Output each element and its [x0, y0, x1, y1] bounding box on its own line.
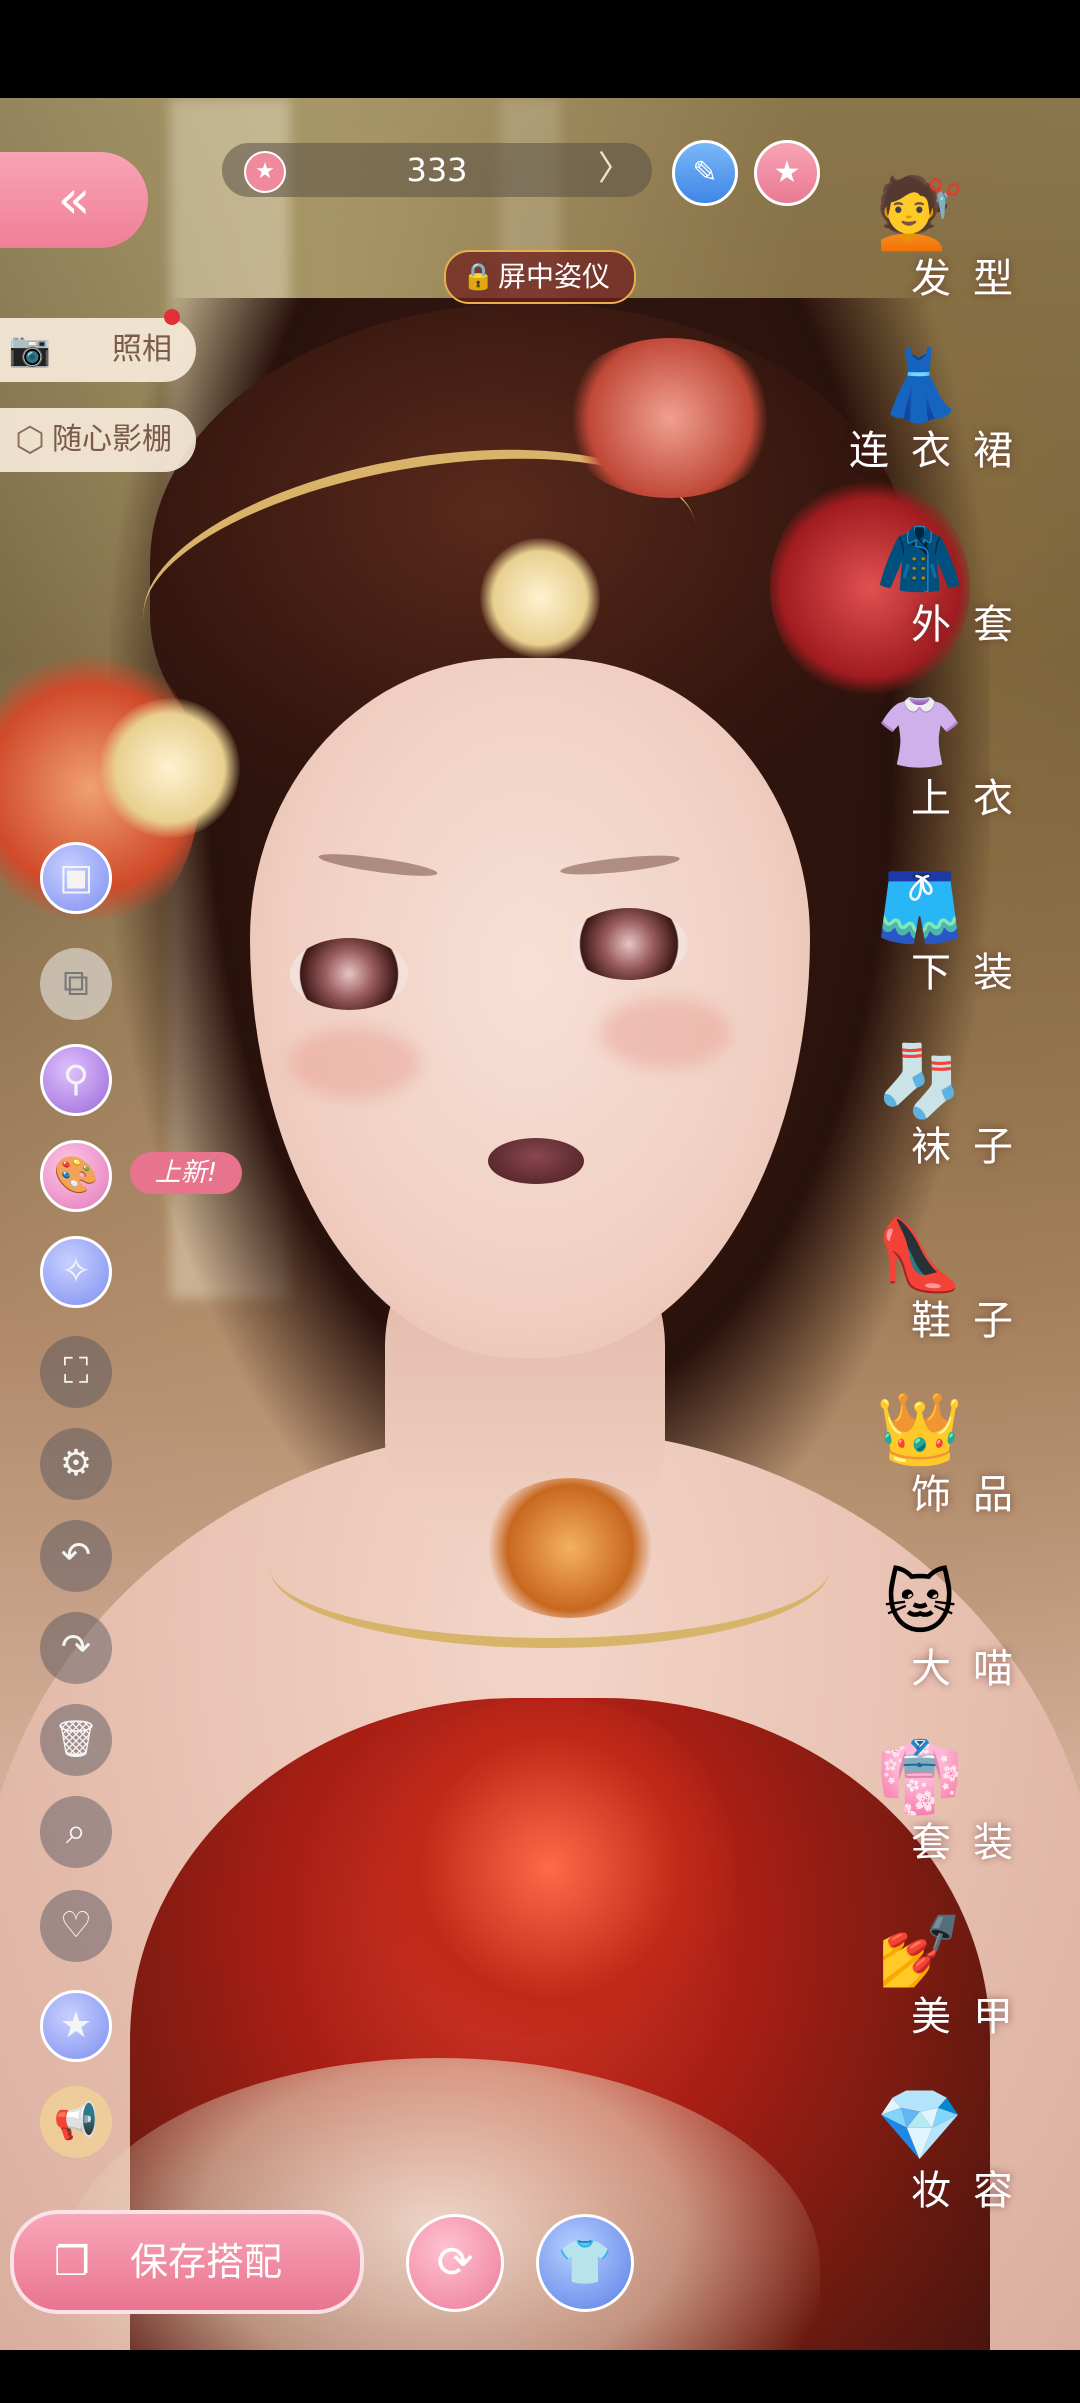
new-badge: 上新! [130, 1152, 242, 1194]
currency-value: 333 [406, 151, 468, 189]
trash-icon[interactable]: 🗑 [40, 1704, 112, 1776]
category-accessories[interactable]: 👑 饰品 [865, 1374, 1075, 1534]
category-hairstyle[interactable]: 💇 发型 [865, 158, 1075, 318]
dress-flower [350, 1698, 750, 2038]
necklace-pendant [480, 1478, 660, 1618]
swap-icon[interactable]: ⟳ [406, 2214, 504, 2312]
category-top[interactable]: 👚 上衣 [865, 678, 1075, 838]
star-effect-icon[interactable]: ✧ [40, 1236, 112, 1308]
hair-flower [480, 538, 600, 658]
category-label: 美甲 [911, 1994, 1035, 2040]
color-picker-icon[interactable]: ▣ [40, 842, 112, 914]
megaphone-icon[interactable]: 📢 [40, 2086, 112, 2158]
back-button[interactable]: « [0, 152, 148, 248]
category-label: 鞋子 [911, 1298, 1035, 1344]
photo-button[interactable]: 📷 照相 [0, 318, 196, 382]
save-outfit-button[interactable]: ❐ 保存搭配 [10, 2210, 364, 2314]
pose-button[interactable]: 🔒 屏中姿仪 [444, 250, 636, 304]
studio-button[interactable]: ⬡ 随心影棚 [0, 408, 196, 472]
fullscreen-icon[interactable]: ⛶ [40, 1336, 112, 1408]
heart-icon[interactable]: ♡ [40, 1890, 112, 1962]
category-label: 袜子 [911, 1124, 1035, 1170]
character-eye-left [290, 938, 408, 1010]
studio-label: 随心影棚 [52, 422, 172, 457]
outfit-icon[interactable]: 👕 [536, 2214, 634, 2312]
character-eye-right [570, 908, 688, 980]
photo-label: 照相 [112, 332, 172, 367]
category-shoes[interactable]: 👠 鞋子 [865, 1200, 1075, 1360]
magic-search-icon[interactable]: ⚲ [40, 1044, 112, 1116]
pose-label: 屏中姿仪 [498, 260, 611, 293]
category-socks[interactable]: 🧦 袜子 [865, 1026, 1075, 1186]
category-label: 下装 [911, 950, 1035, 996]
category-outfit-set[interactable]: 👘 套装 [865, 1722, 1075, 1882]
category-label: 发型 [911, 256, 1035, 302]
lock-icon: 🔒 [462, 262, 495, 292]
currency-bar[interactable]: ★ 333 〉 [222, 143, 652, 197]
pencil-icon[interactable]: ✎ [672, 140, 738, 206]
category-label: 妆容 [911, 2168, 1035, 2214]
hair-flower [100, 698, 240, 838]
character-blush [290, 1028, 420, 1098]
character-lips [488, 1138, 584, 1184]
camera-icon: 📷 [8, 330, 52, 370]
undo-icon[interactable]: ↶ [40, 1520, 112, 1592]
category-bottoms[interactable]: 🩳 下装 [865, 852, 1075, 1012]
star-icon[interactable]: ★ [754, 140, 820, 206]
favorite-star-icon[interactable]: ★ [40, 1990, 112, 2062]
star-currency-icon: ★ [244, 151, 286, 193]
category-cat[interactable]: 🐱 大喵 [865, 1548, 1075, 1708]
copy-icon[interactable]: ⧉ [40, 948, 112, 1020]
save-label: 保存搭配 [130, 2240, 283, 2284]
category-label: 大喵 [911, 1646, 1035, 1692]
zoom-icon[interactable]: ⌕ [40, 1796, 112, 1868]
character-blush [600, 998, 730, 1068]
gear-icon[interactable]: ⚙ [40, 1428, 112, 1500]
category-nails[interactable]: 💅 美甲 [865, 1896, 1075, 2056]
category-makeup[interactable]: 💎 妆容 [865, 2070, 1075, 2230]
category-label: 外套 [911, 602, 1035, 648]
redo-icon[interactable]: ↷ [40, 1612, 112, 1684]
category-label: 上衣 [911, 776, 1035, 822]
arrow-right-icon[interactable]: 〉 [598, 152, 632, 186]
category-label: 连衣裙 [849, 428, 1035, 474]
cube-icon: ⬡ [15, 420, 45, 460]
category-coat[interactable]: 🧥 外套 [865, 504, 1075, 664]
category-label: 饰品 [911, 1472, 1035, 1518]
notification-dot [164, 309, 180, 325]
category-dress[interactable]: 👗 连衣裙 [849, 330, 1075, 490]
palette-icon[interactable]: 🎨 [40, 1140, 112, 1212]
save-icon: ❐ [54, 2239, 90, 2285]
hair-flower [560, 338, 780, 498]
category-label: 套装 [911, 1820, 1035, 1866]
